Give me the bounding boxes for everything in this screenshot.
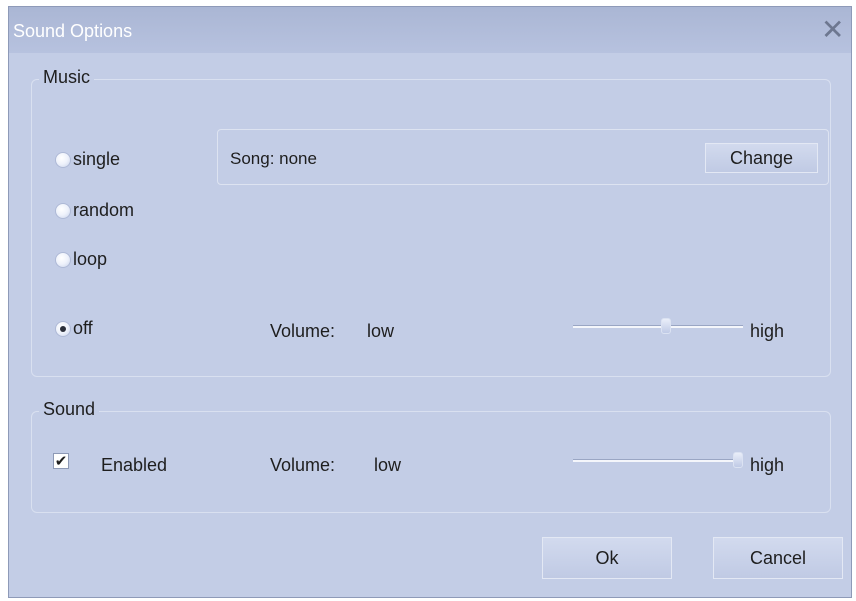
sound-volume-slider-thumb[interactable]: [733, 452, 743, 468]
sound-options-dialog: Sound Options ✕ Music single random loop…: [8, 6, 852, 598]
music-group-label: Music: [39, 67, 95, 88]
song-label: Song: none: [230, 149, 317, 168]
song-box: Song: none Change: [217, 129, 829, 185]
radio-random[interactable]: random: [55, 200, 134, 221]
close-icon[interactable]: ✕: [821, 16, 844, 44]
radio-loop[interactable]: loop: [55, 249, 107, 270]
change-song-button[interactable]: Change: [705, 143, 818, 173]
music-volume-slider-thumb[interactable]: [661, 318, 671, 334]
radio-selected-dot: [60, 325, 66, 332]
music-group: [31, 79, 831, 377]
radio-loop-button[interactable]: [55, 251, 71, 268]
radio-off[interactable]: off: [55, 318, 93, 339]
sound-volume-high-label: high: [750, 455, 785, 475]
enabled-checkbox[interactable]: ✔: [53, 453, 69, 469]
radio-random-label: random: [73, 200, 135, 220]
sound-volume-low-label: low: [374, 455, 402, 475]
sound-group-label: Sound: [39, 399, 100, 420]
music-volume-low-label: low: [367, 321, 395, 341]
ok-button[interactable]: Ok: [542, 537, 672, 579]
music-volume-high-label: high: [750, 321, 785, 341]
radio-loop-label: loop: [73, 249, 108, 269]
dialog-title: Sound Options: [13, 21, 133, 41]
sound-volume-slider[interactable]: [573, 459, 743, 462]
music-volume-slider[interactable]: [573, 325, 743, 328]
cancel-button[interactable]: Cancel: [713, 537, 843, 579]
title-bar[interactable]: Sound Options ✕: [9, 7, 851, 53]
radio-single-button[interactable]: [55, 151, 71, 168]
radio-single[interactable]: single: [55, 149, 120, 170]
music-volume-label: Volume:: [270, 321, 336, 341]
radio-random-button[interactable]: [55, 202, 71, 219]
radio-single-label: single: [73, 149, 121, 169]
radio-off-button[interactable]: [55, 320, 71, 337]
sound-volume-label: Volume:: [270, 455, 336, 475]
enabled-label: Enabled: [101, 455, 168, 475]
radio-off-label: off: [73, 318, 93, 338]
checkmark-icon: ✔: [54, 452, 68, 470]
